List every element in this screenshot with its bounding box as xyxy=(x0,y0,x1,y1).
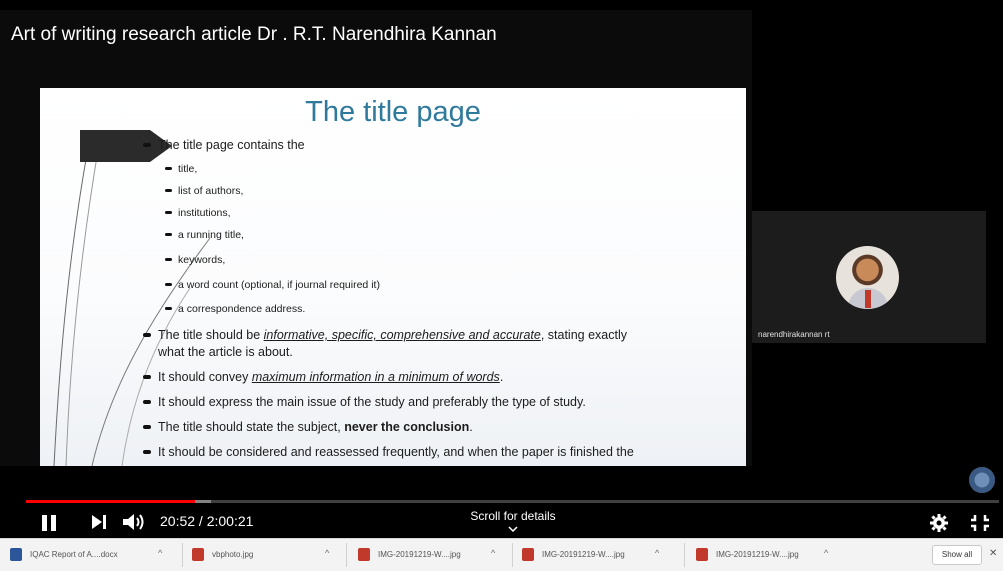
show-all-button[interactable]: Show all xyxy=(932,545,982,565)
close-icon[interactable]: ✕ xyxy=(989,548,997,559)
video-player[interactable]: Art of writing research article Dr . R.T… xyxy=(0,0,1003,538)
participant-name: narendhirakannan rt xyxy=(758,330,830,339)
bullet-item: It should be considered and reassessed f… xyxy=(143,445,634,459)
divider xyxy=(346,543,347,567)
pause-button[interactable] xyxy=(42,515,58,531)
scroll-for-details[interactable]: Scroll for details xyxy=(454,509,572,523)
download-item[interactable]: IQAC Report of A....docx ^ xyxy=(10,546,190,564)
download-item[interactable]: IMG-20191219-W....jpg ^ xyxy=(358,546,508,564)
bullet-item: It should express the main issue of the … xyxy=(143,395,586,409)
bullet-item: The title should be informative, specifi… xyxy=(143,328,627,342)
chevron-down-icon[interactable] xyxy=(508,526,518,532)
sub-bullet-item: institutions, xyxy=(165,207,231,219)
sub-bullet-item: a correspondence address. xyxy=(165,303,305,315)
divider xyxy=(684,543,685,567)
chevron-up-icon[interactable]: ^ xyxy=(158,548,162,558)
image-file-icon xyxy=(696,548,708,561)
divider xyxy=(182,543,183,567)
chevron-up-icon[interactable]: ^ xyxy=(824,548,828,558)
channel-watermark-logo[interactable] xyxy=(969,467,995,493)
image-file-icon xyxy=(522,548,534,561)
image-file-icon xyxy=(192,548,204,561)
bullet-item: The title page contains the xyxy=(143,138,305,152)
sub-bullet-item: title, xyxy=(165,163,197,175)
bullet-continuation: what the article is about. xyxy=(158,345,293,359)
bullet-item: It should convey maximum information in … xyxy=(143,370,503,384)
participant-tile: narendhirakannan rt xyxy=(752,211,986,343)
avatar xyxy=(836,246,899,309)
image-file-icon xyxy=(358,548,370,561)
divider xyxy=(512,543,513,567)
chevron-up-icon[interactable]: ^ xyxy=(491,548,495,558)
next-button[interactable] xyxy=(92,515,106,529)
pause-icon xyxy=(42,515,47,531)
sub-bullet-item: list of authors, xyxy=(165,185,243,197)
time-display: 20:52 / 2:00:21 xyxy=(160,513,254,529)
sub-bullet-item: a running title, xyxy=(165,229,244,241)
slide-title: The title page xyxy=(305,96,481,128)
gear-icon[interactable] xyxy=(930,514,948,532)
chevron-up-icon[interactable]: ^ xyxy=(655,548,659,558)
bullet-item: The title should state the subject, neve… xyxy=(143,420,473,434)
download-item[interactable]: IMG-20191219-W....jpg ^ xyxy=(696,546,856,564)
exit-fullscreen-icon[interactable] xyxy=(970,514,990,532)
word-doc-icon xyxy=(10,548,22,561)
download-shelf: IQAC Report of A....docx ^ vbphoto.jpg ^… xyxy=(0,538,1003,571)
volume-icon[interactable] xyxy=(122,512,146,532)
player-controls: 20:52 / 2:00:21 Scroll for details xyxy=(0,503,1003,538)
chevron-up-icon[interactable]: ^ xyxy=(325,548,329,558)
sub-bullet-item: keywords, xyxy=(165,254,225,266)
sub-bullet-item: a word count (optional, if journal requi… xyxy=(165,279,380,291)
video-title: Art of writing research article Dr . R.T… xyxy=(11,24,497,45)
download-item[interactable]: IMG-20191219-W....jpg ^ xyxy=(522,546,672,564)
download-item[interactable]: vbphoto.jpg ^ xyxy=(192,546,342,564)
